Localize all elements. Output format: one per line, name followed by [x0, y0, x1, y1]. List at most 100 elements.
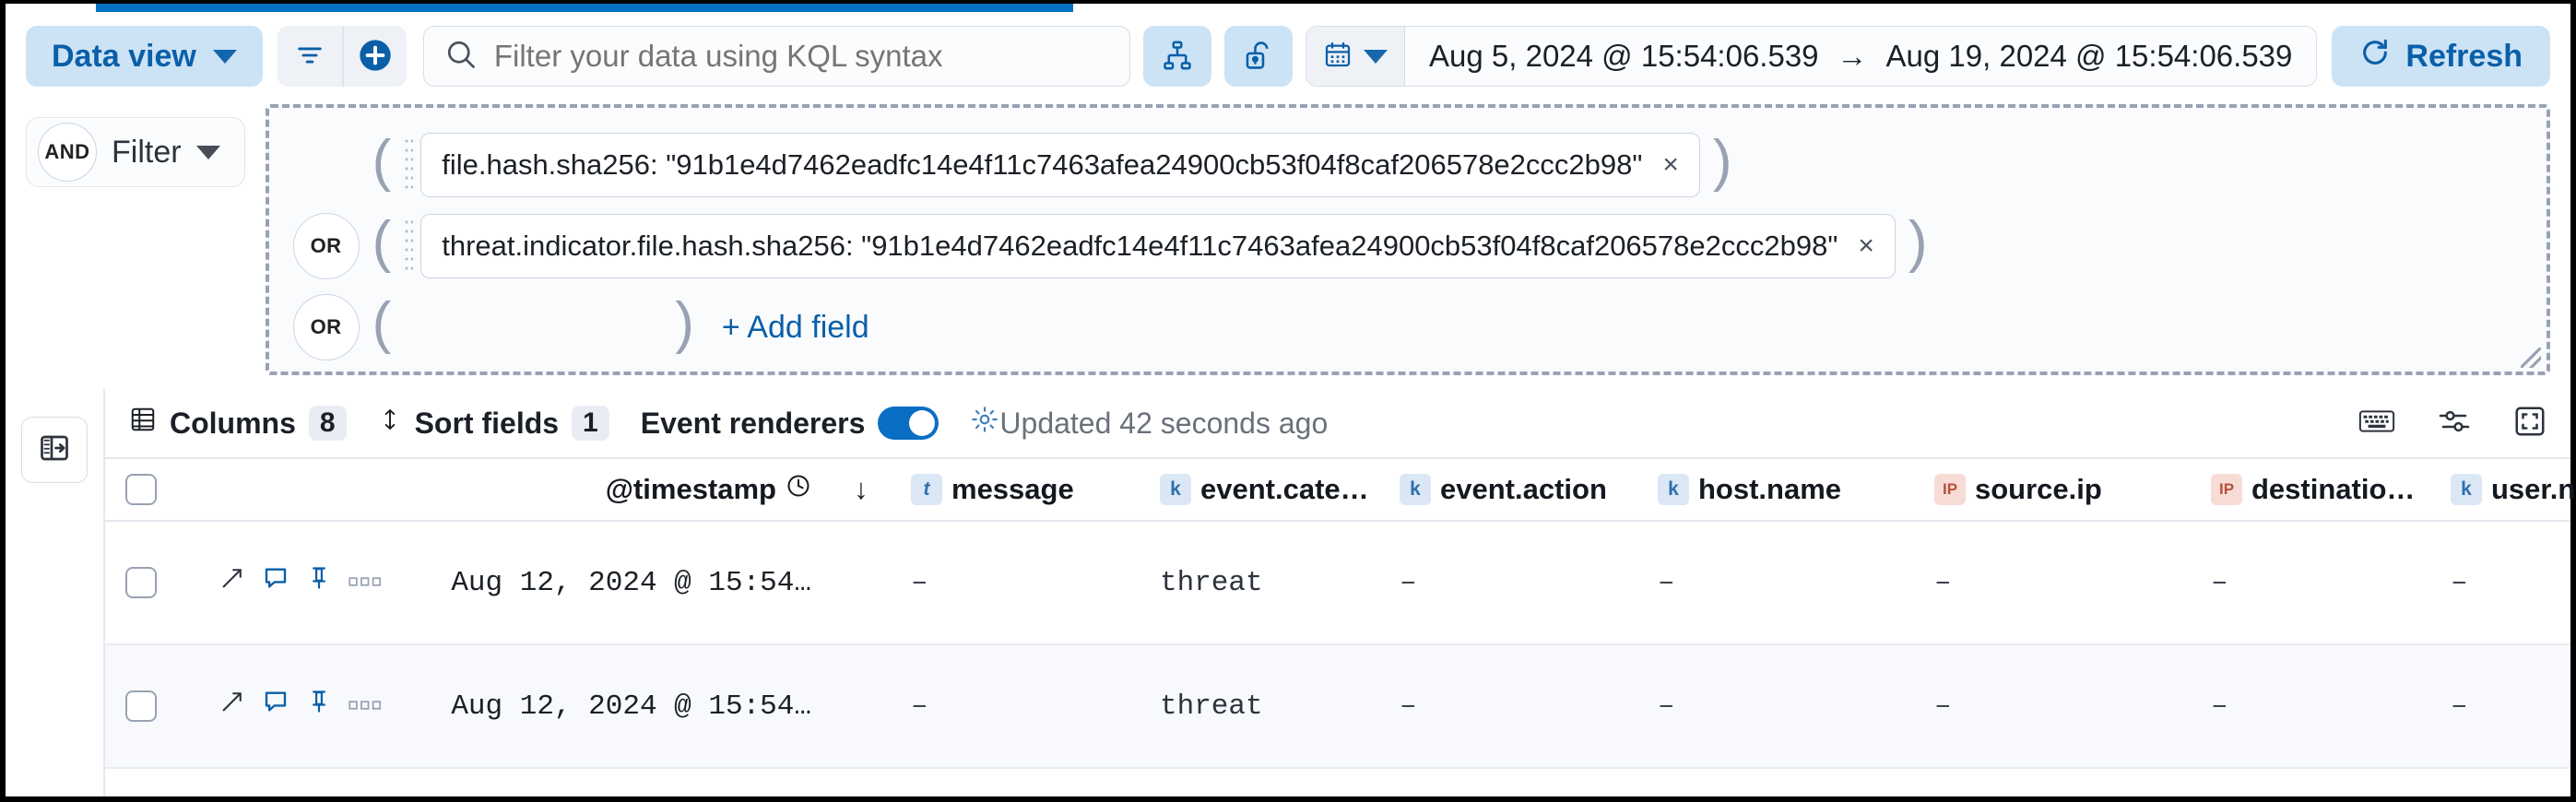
dataview-picker-button[interactable]: [1143, 26, 1211, 87]
sort-arrow: ↓: [854, 473, 869, 506]
sort-direction-indicator[interactable]: ↓: [824, 473, 898, 506]
keyboard-shortcuts-button[interactable]: [2358, 407, 2395, 440]
data-view-selector[interactable]: Data view: [26, 26, 263, 87]
discover-page: Data view: [0, 0, 2576, 802]
pin-icon[interactable]: [306, 688, 332, 725]
fullscreen-button[interactable]: [2513, 405, 2546, 442]
row-checkbox[interactable]: [125, 690, 157, 722]
sort-fields-button[interactable]: Sort fields 1: [378, 406, 609, 441]
refresh-icon: [2359, 37, 2391, 77]
clock-icon: [786, 473, 811, 506]
cell-event-category: threat: [1147, 522, 1387, 643]
cell-message: –: [898, 522, 1147, 643]
column-header-user-name[interactable]: k user.name: [2438, 473, 2576, 506]
row-checkbox[interactable]: [125, 567, 157, 598]
filter-group-button[interactable]: AND Filter: [26, 117, 245, 187]
date-end[interactable]: Aug 19, 2024 @ 15:54:06.539: [1886, 39, 2293, 74]
filter-pill[interactable]: file.hash.sha256: "91b1e4d7462eadfc14e4f…: [420, 133, 1700, 197]
column-header-destination-ip[interactable]: IP destinatio…: [2198, 473, 2438, 506]
event-action-value: –: [1400, 567, 1417, 599]
column-label-event-category: event.cate…: [1200, 473, 1369, 506]
drag-handle[interactable]: [404, 218, 413, 275]
field-type-icon-ip: IP: [1934, 474, 1966, 505]
user-name-value: –: [2451, 567, 2468, 599]
gear-icon: [970, 405, 999, 442]
event-action-value: –: [1400, 690, 1417, 723]
expand-icon[interactable]: [219, 689, 245, 724]
filter-icon-button[interactable]: [278, 26, 342, 87]
column-label-source-ip: source.ip: [1975, 473, 2102, 506]
filter-builder-row: AND Filter ( file.hash.sha256: "91b1e4d7…: [6, 100, 2570, 377]
expand-sidebar-button[interactable]: [21, 417, 88, 483]
event-renderers-control[interactable]: Event renderers: [641, 407, 939, 441]
more-actions-icon[interactable]: [349, 567, 384, 599]
updated-status: Updated 42 seconds ago: [999, 407, 1328, 441]
data-grid: Columns 8 Sort fields 1 Event: [105, 389, 2570, 796]
filter-icon: [294, 40, 325, 74]
sort-icon: [378, 406, 402, 441]
refresh-button[interactable]: Refresh: [2332, 26, 2550, 87]
column-header-source-ip[interactable]: IP source.ip: [1921, 473, 2198, 506]
table-row[interactable]: Aug 12, 2024 @ 15:54… – threat – – –: [105, 645, 2570, 769]
filter-actions-group: [278, 26, 407, 87]
hierarchy-icon: [1162, 40, 1193, 74]
select-all-checkbox[interactable]: [125, 474, 157, 505]
column-header-timestamp[interactable]: @timestamp: [437, 473, 824, 506]
display-options-button[interactable]: [2436, 407, 2473, 440]
cell-timestamp: Aug 12, 2024 @ 15:54…: [437, 645, 824, 767]
filter-builder-row-2: OR ( threat.indicator.file.hash.sha256: …: [293, 206, 2523, 287]
column-header-message[interactable]: t message: [898, 473, 1147, 506]
unlock-button[interactable]: [1224, 26, 1293, 87]
date-range-display[interactable]: Aug 5, 2024 @ 15:54:06.539 → Aug 19, 202…: [1405, 39, 2316, 74]
date-range-picker[interactable]: Aug 5, 2024 @ 15:54:06.539 → Aug 19, 202…: [1306, 26, 2317, 87]
message-value: –: [911, 690, 928, 723]
column-header-host-name[interactable]: k host.name: [1645, 473, 1921, 506]
field-type-icon-keyword: k: [1658, 474, 1689, 505]
sort-fields-count: 1: [572, 406, 609, 441]
source-ip-value: –: [1934, 567, 1952, 599]
date-quick-select-button[interactable]: [1306, 27, 1405, 86]
source-ip-value: –: [1934, 690, 1952, 723]
cell-sort-spacer: [824, 645, 898, 767]
grid-settings-button[interactable]: [970, 405, 999, 442]
destination-ip-value: –: [2211, 690, 2228, 723]
expand-icon[interactable]: [219, 565, 245, 600]
select-all-cell: [105, 474, 207, 505]
comment-icon[interactable]: [262, 564, 290, 601]
event-renderers-toggle[interactable]: [878, 407, 939, 440]
column-header-event-category[interactable]: k event.cate…: [1147, 473, 1387, 506]
field-type-icon-keyword: k: [2451, 474, 2482, 505]
date-arrow-icon: →: [1837, 39, 1868, 74]
or-badge[interactable]: OR: [293, 213, 360, 279]
kql-search-field[interactable]: [423, 26, 1130, 87]
drag-handle[interactable]: [404, 136, 413, 194]
pin-icon[interactable]: [306, 564, 332, 601]
filter-pill[interactable]: threat.indicator.file.hash.sha256: "91b1…: [420, 214, 1896, 278]
query-bar: Data view: [6, 12, 2570, 100]
column-label-user-name: user.name: [2491, 473, 2576, 506]
resize-handle[interactable]: [2521, 348, 2541, 368]
unlock-icon: [1243, 40, 1274, 74]
columns-button[interactable]: Columns 8: [129, 406, 347, 441]
column-header-event-action[interactable]: k event.action: [1387, 473, 1645, 506]
add-filter-button[interactable]: [342, 26, 407, 87]
cell-source-ip: –: [1921, 645, 2198, 767]
row-actions-cell: [207, 522, 437, 643]
add-field-button[interactable]: + Add field: [722, 310, 869, 346]
close-icon[interactable]: ×: [1858, 230, 1874, 262]
more-actions-icon[interactable]: [349, 690, 384, 723]
table-row[interactable]: Aug 12, 2024 @ 15:54… – threat – – –: [105, 522, 2570, 645]
filter-builder-row-3: OR ( ) + Add field: [293, 287, 2523, 368]
field-type-icon-ip: IP: [2211, 474, 2242, 505]
column-label-message: message: [951, 473, 1074, 506]
columns-count: 8: [309, 406, 347, 441]
date-start[interactable]: Aug 5, 2024 @ 15:54:06.539: [1429, 39, 1819, 74]
column-label-host-name: host.name: [1698, 473, 1841, 506]
or-badge[interactable]: OR: [293, 294, 360, 360]
close-icon[interactable]: ×: [1662, 149, 1679, 181]
search-input[interactable]: [494, 39, 1109, 74]
filter-button-label: Filter: [112, 135, 182, 171]
cell-event-action: –: [1387, 522, 1645, 643]
cell-sort-spacer: [824, 522, 898, 643]
comment-icon[interactable]: [262, 688, 290, 725]
